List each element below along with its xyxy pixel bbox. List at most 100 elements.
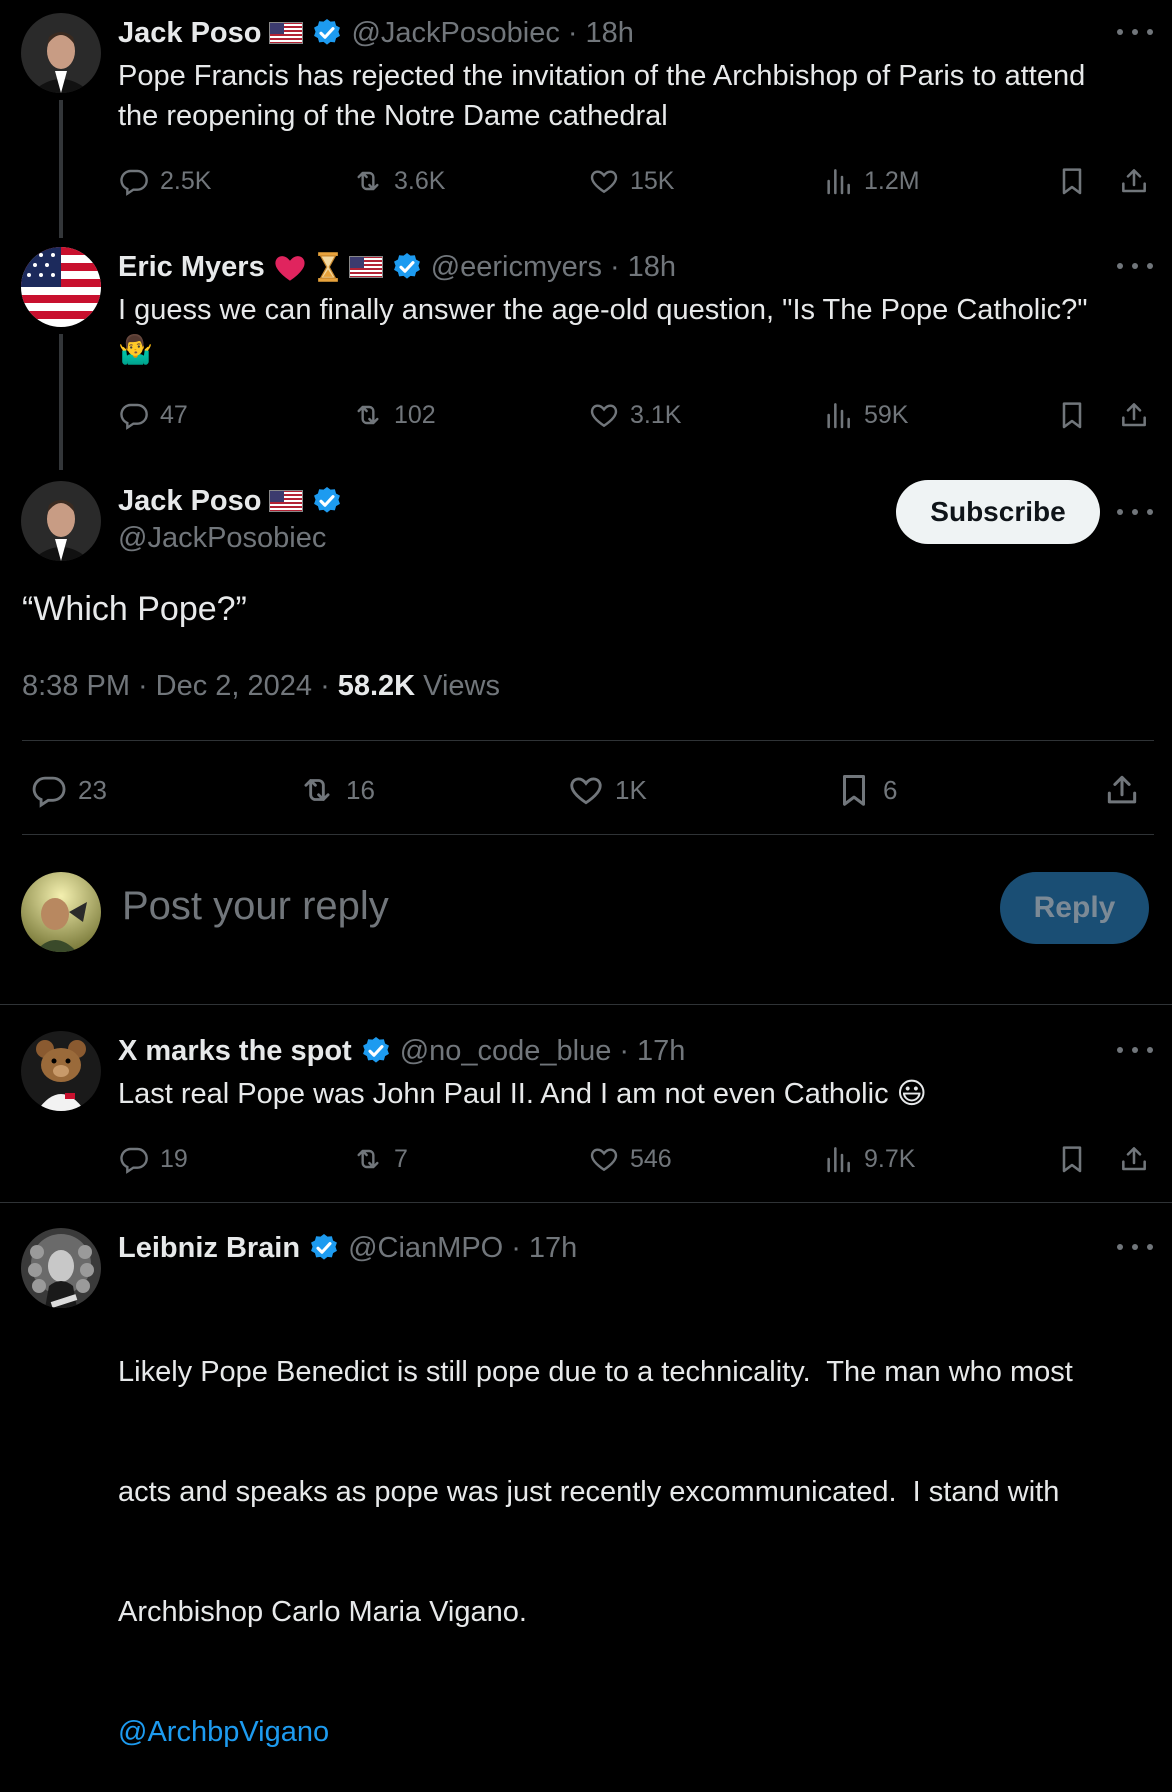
views-count: 1.2M [864,166,920,195]
divider [22,740,1154,741]
reply-count: 19 [160,1144,188,1173]
smiley-emoji: 😃 [896,1078,927,1110]
post-text: Last real Pope was John Paul II. And I a… [118,1074,927,1114]
avatar[interactable] [21,247,101,327]
post-time[interactable]: 17h [637,1035,685,1068]
repost-button[interactable]: 102 [352,399,436,431]
post-date[interactable]: Dec 2, 2024 [156,670,312,703]
red-heart-icon [275,256,305,281]
verified-badge-icon[interactable] [391,251,423,283]
verified-badge-icon[interactable] [360,1035,392,1067]
repost-button[interactable]: 7 [352,1143,408,1175]
repost-icon [352,165,384,197]
separator-dot: · [138,670,148,702]
views-count: 9.7K [864,1144,916,1173]
like-button[interactable]: 546 [588,1143,672,1175]
post-text-line: the reopening of the Notre Dame cathedra… [118,100,668,132]
post-text-line: Likely Pope Benedict is still pope due t… [118,1356,1073,1388]
post-time[interactable]: 18h [628,251,676,284]
author-handle[interactable]: @JackPosobiec [351,17,559,50]
main-post-text: “Which Pope?” [22,590,247,628]
post-metadata: 8:38 PM · Dec 2, 2024 · 58.2K Views [22,670,500,703]
views-button[interactable]: 1.2M [822,165,920,197]
author-handle[interactable]: @eericmyers [431,251,602,284]
separator-dot: · [320,670,330,702]
author-name[interactable]: Jack Poso [118,485,261,518]
like-count: 15K [630,166,675,195]
repost-button[interactable]: 3.6K [352,165,445,197]
verified-badge-icon[interactable] [308,1232,340,1264]
post-time[interactable]: 17h [529,1232,577,1265]
user-avatar[interactable] [21,872,101,952]
avatar[interactable] [21,1031,101,1111]
more-options-icon[interactable] [1117,258,1153,274]
divider [0,1004,1172,1005]
author-name[interactable]: Eric Myers [118,251,265,284]
author-handle[interactable]: @no_code_blue [400,1035,612,1068]
like-count: 546 [630,1144,672,1173]
mention-link[interactable]: @ArchbpVigano [118,1712,1073,1752]
bookmark-button[interactable]: 6 [835,771,897,809]
share-button[interactable] [1103,771,1141,809]
views-button[interactable]: 9.7K [822,1143,915,1175]
bookmark-icon [1056,399,1088,431]
more-options-icon[interactable] [1117,1239,1153,1255]
post-text: Likely Pope Benedict is still pope due t… [118,1272,1073,1792]
reply-button[interactable]: 19 [118,1143,188,1175]
like-count: 1K [615,774,647,805]
divider [22,834,1154,835]
author-handle[interactable]: @JackPosobiec [118,522,326,555]
share-button[interactable] [1118,1143,1150,1175]
like-button[interactable]: 15K [588,165,674,197]
views-label: Views [423,670,500,702]
reply-icon [30,771,68,809]
bookmark-count: 6 [883,774,898,805]
repost-icon [298,771,336,809]
author-handle[interactable]: @CianMPO [348,1232,503,1265]
post-header: Jack Poso [118,481,343,521]
reply-submit-button[interactable]: Reply [1000,872,1149,944]
repost-count: 16 [346,774,375,805]
more-options-icon[interactable] [1117,24,1153,40]
author-name[interactable]: X marks the spot [118,1035,352,1068]
separator-dot: · [619,1034,630,1067]
post-time[interactable]: 8:38 PM [22,670,130,703]
author-name[interactable]: Jack Poso [118,17,261,50]
more-options-icon[interactable] [1117,1042,1153,1058]
post-text: Pope Francis has rejected the invitation… [118,56,1085,136]
subscribe-label: Subscribe [930,496,1066,527]
post-text-line: acts and speaks as pope was just recentl… [118,1476,1060,1508]
post-text-line: Pope Francis has rejected the invitation… [118,60,1086,92]
reply-input[interactable]: Post your reply [122,884,389,929]
views-count[interactable]: 58.2K [338,670,415,703]
repost-button[interactable]: 16 [298,771,375,809]
share-button[interactable] [1118,399,1150,431]
repost-count: 3.6K [394,166,446,195]
share-button[interactable] [1118,165,1150,197]
share-icon [1118,1143,1150,1175]
avatar[interactable] [21,481,101,561]
reply-button[interactable]: 47 [118,399,188,431]
avatar[interactable] [21,1228,101,1308]
us-flag-icon [269,490,303,512]
post-header: Eric Myers @eericmyers · 18h [118,247,676,287]
reply-button[interactable]: 2.5K [118,165,211,197]
bookmark-button[interactable] [1056,1143,1088,1175]
like-icon [588,165,620,197]
reply-button[interactable]: 23 [30,771,107,809]
author-name[interactable]: Leibniz Brain [118,1232,300,1265]
reply-count: 23 [78,774,107,805]
bookmark-button[interactable] [1056,399,1088,431]
avatar[interactable] [21,13,101,93]
post-time[interactable]: 18h [586,17,634,50]
more-options-icon[interactable] [1117,504,1153,520]
verified-badge-icon[interactable] [311,17,343,49]
verified-badge-icon[interactable] [311,485,343,517]
repost-count: 102 [394,400,436,429]
like-button[interactable]: 1K [567,771,647,809]
views-button[interactable]: 59K [822,399,908,431]
bookmark-button[interactable] [1056,165,1088,197]
like-icon [588,1143,620,1175]
like-button[interactable]: 3.1K [588,399,681,431]
subscribe-button[interactable]: Subscribe [896,480,1100,544]
